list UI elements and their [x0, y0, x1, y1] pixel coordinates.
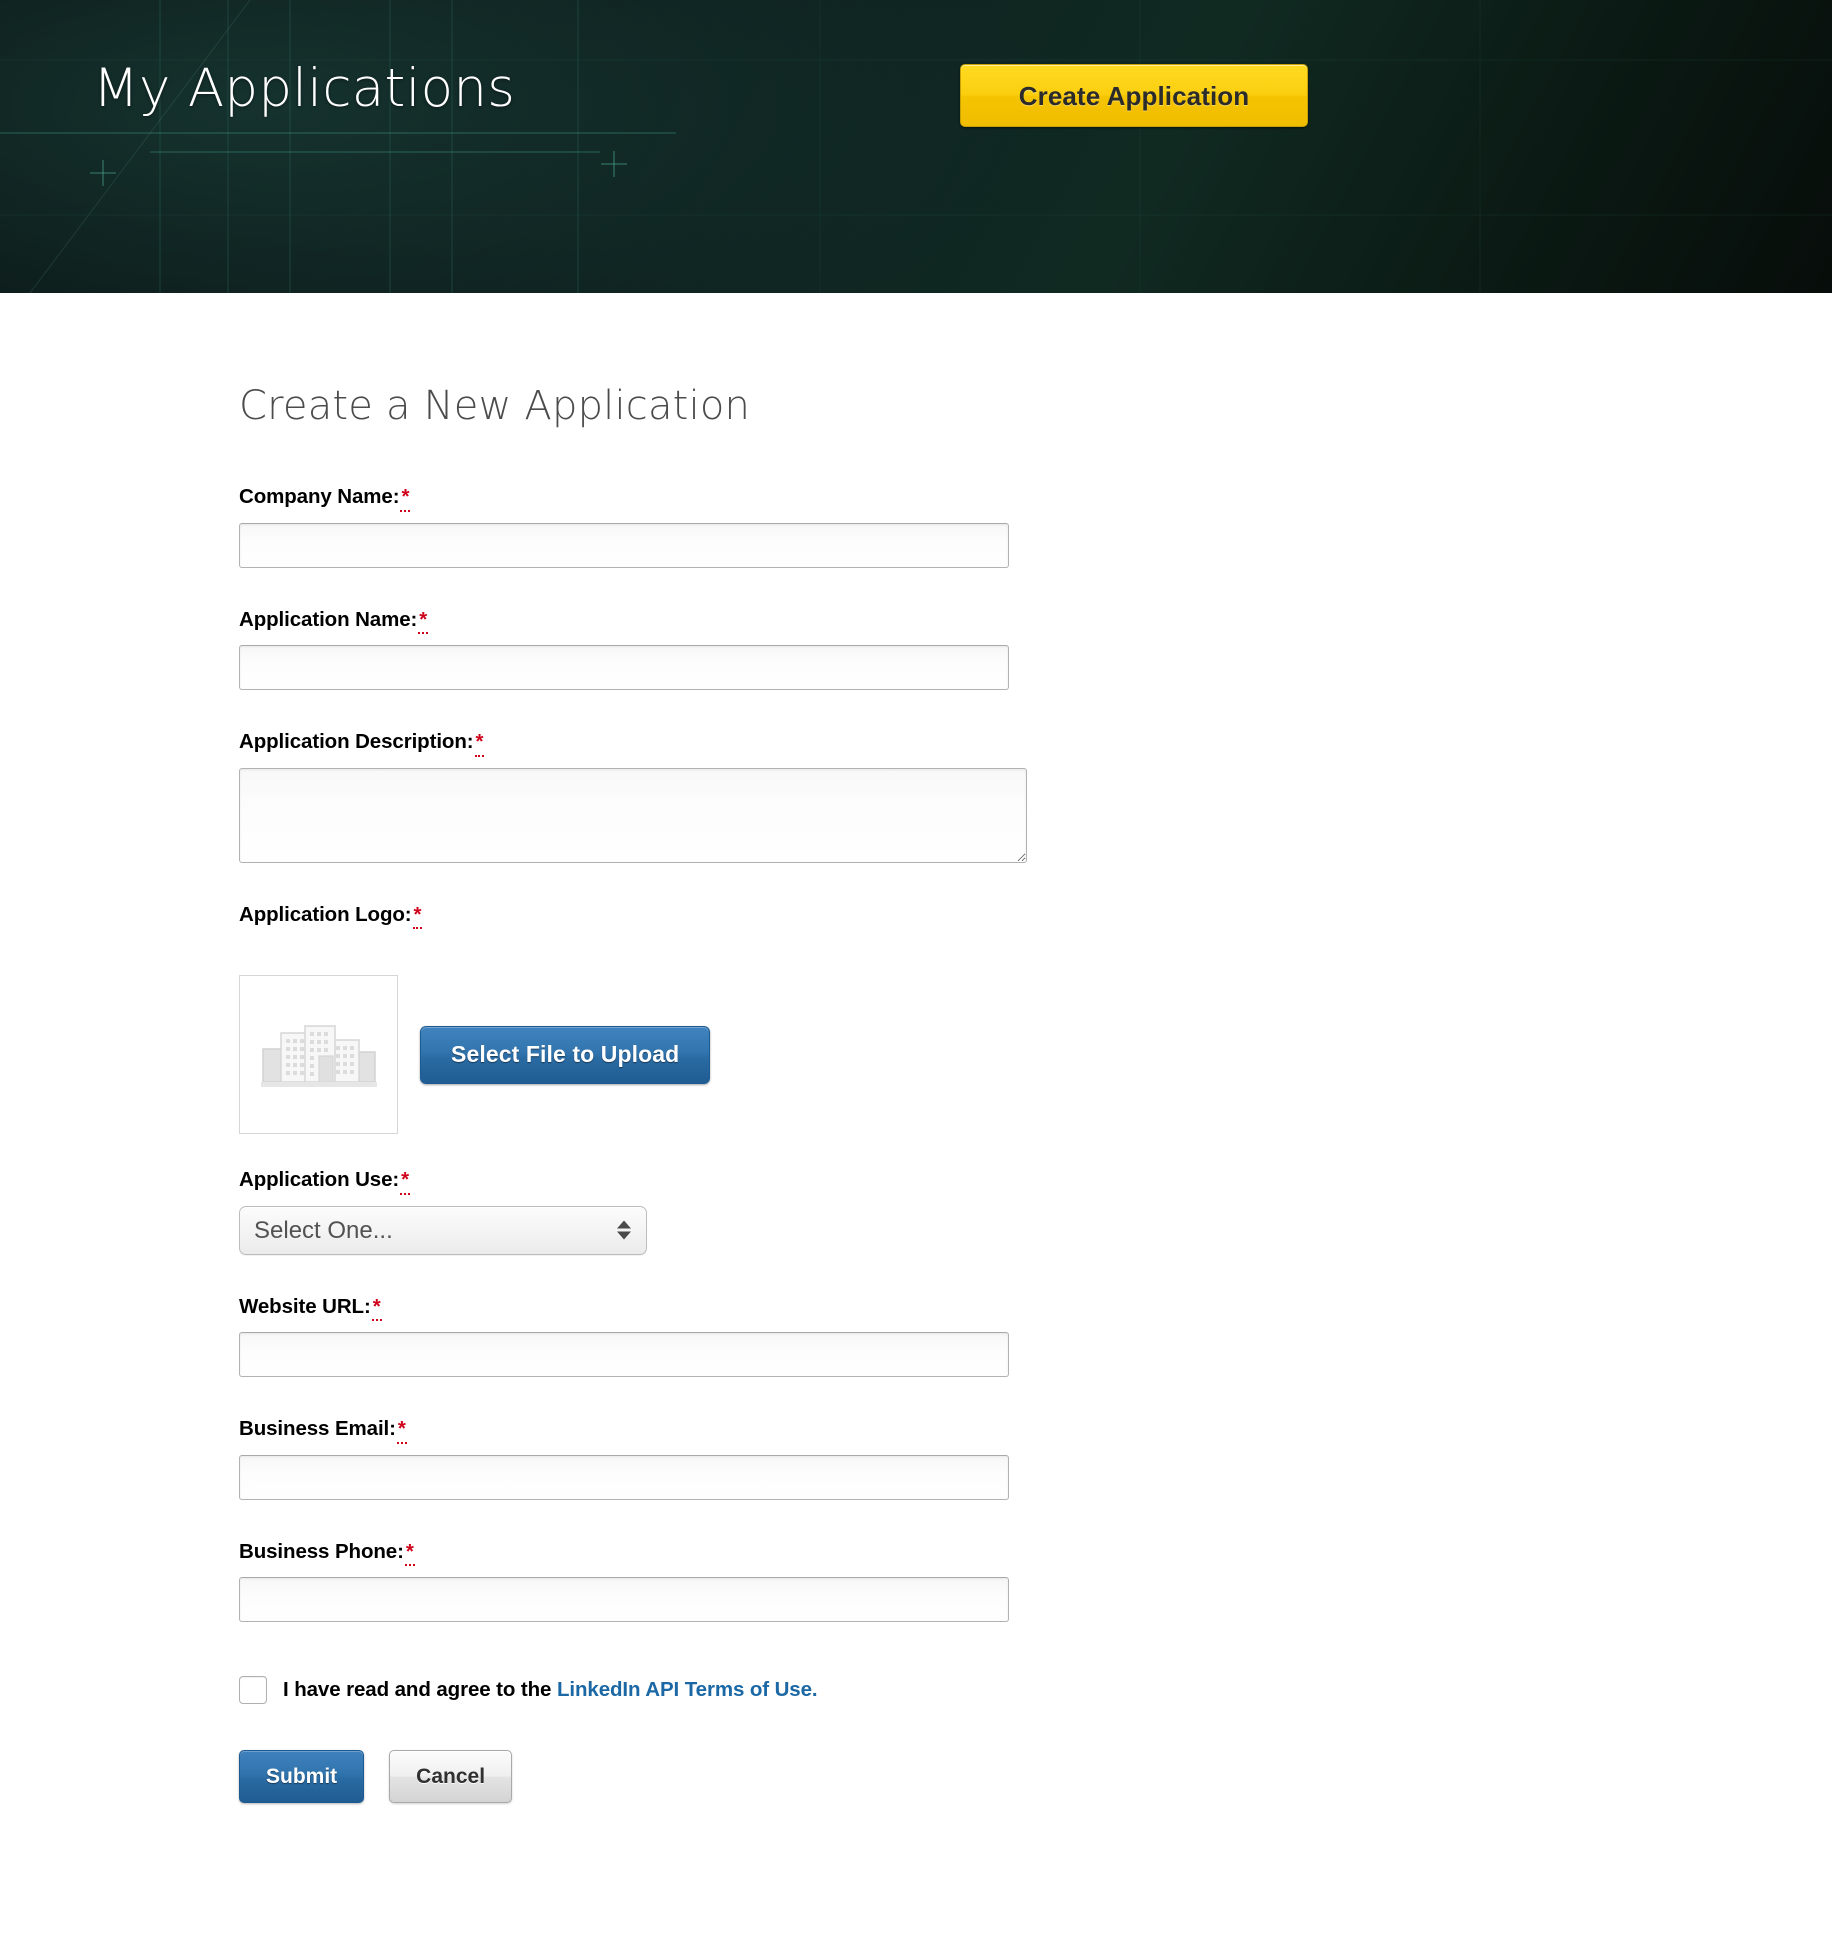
required-marker[interactable]: * — [404, 1541, 415, 1566]
select-file-to-upload-button[interactable]: Select File to Upload — [420, 1025, 711, 1084]
field-business-phone: Business Phone:* — [239, 1539, 1832, 1622]
label-business-phone: Business Phone:* — [239, 1539, 1832, 1566]
business-phone-input[interactable] — [239, 1577, 1009, 1622]
submit-button[interactable]: Submit — [239, 1750, 365, 1803]
field-application-logo: Application Logo:* Select File to Upload — [239, 902, 1832, 1134]
label-application-description: Application Description:* — [239, 730, 1832, 757]
business-email-input[interactable] — [239, 1454, 1009, 1500]
label-application-logo-text: Application Logo: — [239, 902, 412, 926]
page-title: My Applications — [93, 58, 516, 119]
label-business-email: Business Email:* — [239, 1417, 1832, 1444]
terms-agreement-checkbox[interactable] — [239, 1676, 267, 1704]
required-marker[interactable]: * — [400, 486, 411, 512]
field-business-email: Business Email:* — [239, 1417, 1832, 1500]
label-website-url-text: Website URL: — [239, 1294, 371, 1318]
form-heading: Create a New Application — [239, 383, 751, 429]
required-marker[interactable]: * — [371, 1296, 382, 1321]
logo-upload-row: Select File to Upload — [239, 975, 1832, 1134]
required-marker[interactable]: * — [396, 1418, 407, 1444]
create-application-form: Create a New Application Company Name:* … — [0, 293, 1832, 1863]
label-business-phone-text: Business Phone: — [239, 1539, 404, 1563]
required-marker[interactable]: * — [400, 1169, 411, 1195]
field-company-name: Company Name:* — [239, 485, 1832, 568]
create-application-button[interactable]: Create Application — [960, 64, 1308, 127]
required-marker[interactable]: * — [418, 609, 429, 634]
field-application-name: Application Name:* — [239, 607, 1832, 690]
banner-grid-decoration — [0, 0, 1832, 293]
logo-preview-thumbnail — [239, 975, 398, 1134]
terms-agreement-label: I have read and agree to the LinkedIn AP… — [283, 1678, 818, 1702]
label-company-name-text: Company Name: — [239, 485, 400, 508]
label-application-name-text: Application Name: — [239, 607, 418, 631]
field-application-use: Application Use:* Select One... — [239, 1168, 1832, 1255]
label-application-description-text: Application Description: — [239, 730, 474, 753]
terms-agreement-row: I have read and agree to the LinkedIn AP… — [239, 1676, 1832, 1704]
linkedin-api-terms-link[interactable]: LinkedIn API Terms of Use. — [557, 1678, 818, 1701]
required-marker[interactable]: * — [412, 904, 423, 929]
website-url-input[interactable] — [239, 1332, 1009, 1377]
terms-agreement-prefix: I have read and agree to the — [283, 1678, 557, 1701]
application-use-select-wrapper: Select One... — [239, 1205, 647, 1255]
label-website-url: Website URL:* — [239, 1294, 1832, 1321]
buildings-icon — [260, 1024, 377, 1087]
label-application-use: Application Use:* — [239, 1168, 1832, 1195]
label-application-use-text: Application Use: — [239, 1168, 400, 1191]
label-company-name: Company Name:* — [239, 485, 1832, 512]
label-application-name: Application Name:* — [239, 607, 1832, 634]
field-application-description: Application Description:* — [239, 730, 1832, 863]
field-website-url: Website URL:* — [239, 1294, 1832, 1377]
page-banner: My Applications Create Application — [0, 0, 1832, 293]
label-business-email-text: Business Email: — [239, 1417, 396, 1440]
required-marker[interactable]: * — [474, 731, 485, 757]
label-application-logo: Application Logo:* — [239, 902, 1832, 929]
application-description-textarea[interactable] — [239, 767, 1027, 863]
form-actions: Submit Cancel — [239, 1750, 1832, 1863]
application-use-select[interactable]: Select One... — [239, 1205, 647, 1255]
company-name-input[interactable] — [239, 522, 1009, 568]
cancel-button[interactable]: Cancel — [389, 1750, 513, 1803]
application-name-input[interactable] — [239, 645, 1009, 690]
